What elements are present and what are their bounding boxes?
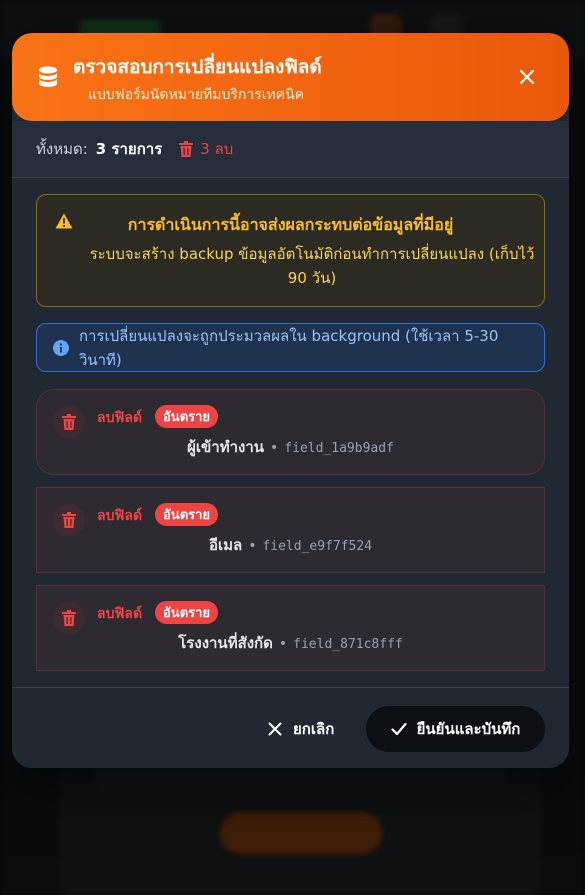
separator-dot: • [278,636,288,652]
confirm-label: ยืนยันและบันทึก [416,720,521,738]
field-key: field_e9f7f524 [262,539,373,554]
field-name: โรงงานที่สังกัด [178,634,273,652]
field-key: field_871c8fff [293,637,403,652]
change-action: ลบฟิลด์ [97,410,143,426]
changes-summary: ทั้งหมด: 3 รายการ 3 ลบ [12,121,569,178]
close-icon [519,69,535,85]
modal-title: ตรวจสอบการเปลี่ยนแปลงฟิลด์ [73,56,322,78]
info-text: การเปลี่ยนแปลงจะถูกประมวลผลใน background… [78,326,499,369]
total-label: ทั้งหมด: [36,140,88,158]
total-value: 3 รายการ [95,140,163,158]
field-key: field_1a9b9adf [284,441,394,456]
cancel-button[interactable]: ยกเลิก [258,706,344,752]
trash-icon [179,141,194,157]
info-icon [53,339,69,356]
change-item: ลบฟิลด์ อันตราย อีเมล • field_e9f7f524 [36,487,545,573]
change-field-line: ผู้เข้าทำงาน • field_1a9b9adf [37,435,544,459]
separator-dot: • [270,440,279,456]
delete-count-text: 3 ลบ [200,140,234,158]
change-field-line: อีเมล • field_e9f7f524 [37,533,544,557]
review-changes-modal: ตรวจสอบการเปลี่ยนแปลงฟิลด์ แบบฟอร์มนัดหม… [12,33,569,768]
warning-text: ระบบจะสร้าง backup ข้อมูลอัตโนมัติก่อนทำ… [89,245,535,287]
trash-icon [62,610,76,626]
database-icon [38,66,58,88]
modal-footer: ยกเลิก ยืนยันและบันทึก [12,687,569,768]
field-name: ผู้เข้าทำงาน [187,438,265,456]
modal-header: ตรวจสอบการเปลี่ยนแปลงฟิลด์ แบบฟอร์มนัดหม… [12,33,569,121]
trash-icon [62,414,76,430]
change-action: ลบฟิลด์ [97,606,143,622]
delete-count: 3 ลบ [179,137,233,161]
check-icon [391,722,407,736]
delete-field-button[interactable] [53,602,85,634]
close-icon [268,722,282,736]
field-name: อีเมล [208,536,243,554]
danger-badge: อันตราย [155,405,219,428]
delete-field-button[interactable] [53,504,85,536]
separator-dot: • [248,538,257,554]
change-field-line: โรงงานที่สังกัด • field_871c8fff [37,631,544,655]
change-item: ลบฟิลด์ อันตราย โรงงานที่สังกัด • field_87… [36,585,545,671]
change-item: ลบฟิลด์ อันตราย ผู้เข้าทำงาน • field_1a9b9… [36,389,545,475]
danger-badge: อันตราย [155,503,219,526]
modal-subtitle: แบบฟอร์มนัดหมายทีมบริการเทคนิค [88,87,305,103]
change-action: ลบฟิลด์ [97,508,143,524]
warning-alert: การดำเนินการนี้อาจส่งผลกระทบต่อข้อมูลที่… [36,194,545,307]
cancel-label: ยกเลิก [293,720,335,738]
trash-icon [62,512,76,528]
close-button[interactable] [515,65,539,89]
warning-title: การดำเนินการนี้อาจส่งผลกระทบต่อข้อมูลที่… [127,215,454,234]
info-alert: การเปลี่ยนแปลงจะถูกประมวลผลใน background… [36,323,545,372]
confirm-save-button[interactable]: ยืนยันและบันทึก [366,706,545,752]
delete-field-button[interactable] [53,406,85,438]
danger-badge: อันตราย [155,601,219,624]
